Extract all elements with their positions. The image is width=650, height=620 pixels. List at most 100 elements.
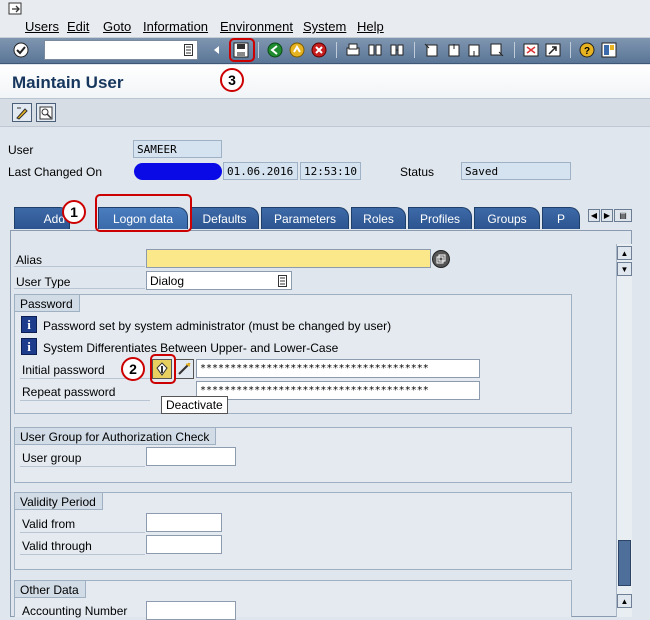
tab-scroll-right-icon[interactable]: ▶ bbox=[601, 209, 613, 222]
tab-list-icon[interactable]: ▤ bbox=[614, 209, 632, 222]
row-divider bbox=[20, 400, 150, 401]
row-divider bbox=[20, 554, 145, 555]
find-icon[interactable] bbox=[366, 41, 384, 59]
validity-group-title: Validity Period bbox=[14, 492, 103, 510]
other-data-group-title: Other Data bbox=[14, 580, 86, 598]
vertical-scrollbar[interactable]: ▲ ▼ ▲ bbox=[616, 244, 632, 617]
menu-information[interactable]: Information bbox=[143, 19, 208, 34]
app-menu-icon[interactable] bbox=[8, 2, 24, 16]
annotation-marker-3: 3 bbox=[220, 68, 244, 92]
tab-parameters[interactable]: Parameters bbox=[261, 207, 349, 229]
password-group-title: Password bbox=[14, 294, 80, 312]
menu-environment[interactable]: Environment bbox=[220, 19, 293, 34]
user-field[interactable]: SAMEER bbox=[133, 140, 222, 158]
menu-help[interactable]: Help bbox=[357, 19, 384, 34]
menu-goto[interactable]: Goto bbox=[103, 19, 131, 34]
command-field[interactable] bbox=[44, 40, 198, 60]
enter-check-icon[interactable] bbox=[12, 41, 30, 59]
help-icon[interactable]: ? bbox=[578, 41, 596, 59]
toolbar-separator bbox=[570, 42, 571, 58]
menu-bar: Users Edit Goto Information Environment … bbox=[0, 0, 650, 38]
info-icon: i bbox=[21, 338, 37, 355]
status-label: Status bbox=[400, 165, 435, 179]
toolbar-separator bbox=[258, 42, 259, 58]
scroll-down-icon[interactable]: ▼ bbox=[617, 262, 632, 276]
tab-label: Profiles bbox=[419, 212, 460, 226]
last-changed-time-field[interactable]: 12:53:10 bbox=[300, 162, 361, 180]
annotation-marker-2: 2 bbox=[121, 357, 145, 381]
next-page-icon[interactable] bbox=[466, 41, 484, 59]
change-display-icon[interactable] bbox=[12, 103, 32, 122]
auth-group: User Group for Authorization Check bbox=[14, 427, 572, 483]
tab-label: Roles bbox=[363, 212, 394, 226]
previous-page-icon[interactable] bbox=[444, 41, 462, 59]
expand-left-icon[interactable] bbox=[211, 41, 221, 59]
last-changed-date-field[interactable]: 01.06.2016 bbox=[223, 162, 298, 180]
cancel-icon[interactable] bbox=[310, 41, 328, 59]
menu-users[interactable]: Users bbox=[25, 19, 59, 34]
tab-defaults[interactable]: Defaults bbox=[190, 207, 259, 229]
user-type-label: User Type bbox=[16, 275, 71, 289]
user-label: User bbox=[8, 143, 34, 157]
valid-from-input[interactable] bbox=[146, 513, 222, 532]
first-page-icon[interactable] bbox=[422, 41, 440, 59]
accounting-number-label: Accounting Number bbox=[22, 604, 128, 618]
print-icon[interactable] bbox=[344, 41, 362, 59]
application-toolbar bbox=[0, 99, 650, 127]
repeat-password-input[interactable]: ************************************** bbox=[196, 381, 480, 400]
generate-password-wand-icon[interactable] bbox=[174, 359, 194, 379]
find-next-icon[interactable] bbox=[388, 41, 406, 59]
initial-password-label: Initial password bbox=[22, 363, 105, 377]
dropdown-list-icon[interactable] bbox=[278, 275, 287, 287]
tab-scroll-left-icon[interactable]: ◀ bbox=[588, 209, 600, 222]
layout-menu-icon[interactable] bbox=[600, 41, 618, 59]
tab-profiles[interactable]: Profiles bbox=[408, 207, 472, 229]
title-bar: Maintain User bbox=[0, 65, 650, 99]
row-divider bbox=[14, 288, 145, 289]
accounting-number-input[interactable] bbox=[146, 601, 236, 620]
back-icon[interactable] bbox=[266, 41, 284, 59]
password-info-admin: Password set by system administrator (mu… bbox=[43, 319, 392, 333]
menu-system[interactable]: System bbox=[303, 19, 346, 34]
generate-shortcut-icon[interactable] bbox=[544, 41, 562, 59]
toolbar-separator bbox=[414, 42, 415, 58]
annotation-highlight-logon-tab bbox=[95, 194, 192, 232]
create-session-icon[interactable] bbox=[522, 41, 540, 59]
user-type-dropdown[interactable]: Dialog bbox=[146, 271, 292, 290]
alias-label: Alias bbox=[16, 253, 43, 267]
annotation-highlight-save bbox=[229, 38, 255, 62]
scroll-up-icon[interactable]: ▲ bbox=[617, 246, 632, 260]
tab-groups[interactable]: Groups bbox=[474, 207, 540, 229]
info-icon: i bbox=[21, 316, 37, 333]
exit-icon[interactable] bbox=[288, 41, 306, 59]
alias-expand-icon[interactable] bbox=[432, 250, 450, 268]
history-list-icon[interactable] bbox=[184, 44, 193, 56]
auth-group-title: User Group for Authorization Check bbox=[14, 427, 217, 445]
display-object-icon[interactable] bbox=[36, 103, 56, 122]
annotation-marker-1: 1 bbox=[62, 200, 86, 224]
initial-password-input[interactable]: ************************************** bbox=[196, 359, 480, 378]
valid-through-label: Valid through bbox=[22, 539, 92, 553]
svg-text:?: ? bbox=[584, 46, 590, 57]
scroll-up-icon[interactable]: ▲ bbox=[617, 594, 632, 608]
status-field[interactable]: Saved bbox=[461, 162, 571, 180]
valid-from-label: Valid from bbox=[22, 517, 76, 531]
password-info-case: System Differentiates Between Upper- and… bbox=[43, 341, 339, 355]
standard-toolbar: ? bbox=[0, 38, 650, 64]
menu-edit[interactable]: Edit bbox=[67, 19, 89, 34]
valid-through-input[interactable] bbox=[146, 535, 222, 554]
page-title: Maintain User bbox=[12, 73, 124, 92]
alias-input[interactable] bbox=[146, 249, 431, 268]
last-changed-label: Last Changed On bbox=[8, 165, 103, 179]
validity-group: Validity Period bbox=[14, 492, 572, 570]
user-group-input[interactable] bbox=[146, 447, 236, 466]
user-group-label: User group bbox=[22, 451, 82, 465]
scrollbar-thumb[interactable] bbox=[618, 540, 631, 586]
row-divider bbox=[20, 532, 145, 533]
tab-personalization[interactable]: P bbox=[542, 207, 580, 229]
tab-roles[interactable]: Roles bbox=[351, 207, 406, 229]
annotation-highlight-password-toggle bbox=[150, 354, 176, 384]
deactivate-tooltip: Deactivate bbox=[161, 396, 228, 414]
last-page-icon[interactable] bbox=[488, 41, 506, 59]
row-divider bbox=[14, 266, 145, 267]
